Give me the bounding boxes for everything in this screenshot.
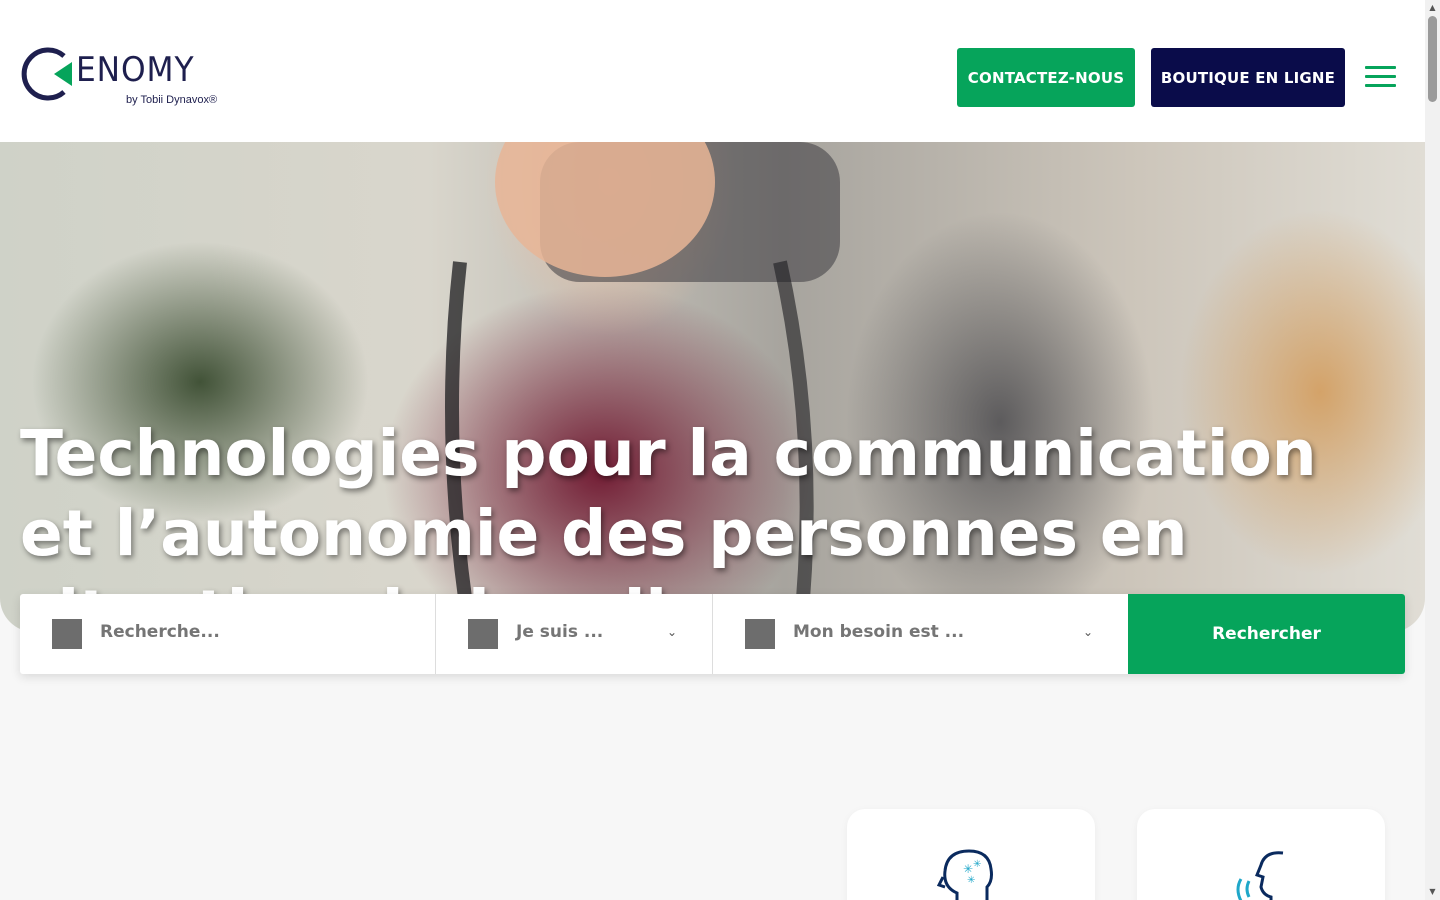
svg-text:✳: ✳ xyxy=(973,859,981,870)
search-submit-button[interactable]: Rechercher xyxy=(1128,594,1405,674)
cenomy-logo[interactable]: ENOMY by Tobii Dynavox® xyxy=(20,44,220,110)
menu-bar xyxy=(1365,75,1396,78)
online-shop-button[interactable]: BOUTIQUE EN LIGNE xyxy=(1151,48,1345,107)
search-icon xyxy=(52,619,82,649)
category-card[interactable]: ✳ ✳ ✳ xyxy=(847,809,1095,900)
svg-text:✳: ✳ xyxy=(963,862,973,876)
need-select[interactable]: Mon besoin est ... ⌄ xyxy=(712,594,1128,674)
logo-tagline: by Tobii Dynavox® xyxy=(126,94,218,106)
menu-bar xyxy=(1365,84,1396,87)
scroll-up-arrow-icon[interactable]: ▲ xyxy=(1425,2,1440,14)
need-icon xyxy=(745,619,775,649)
site-header: ENOMY by Tobii Dynavox® CONTACTEZ-NOUS B… xyxy=(0,0,1425,142)
hero-banner: Technologies pour la communication et l’… xyxy=(0,142,1425,632)
chevron-down-icon: ⌄ xyxy=(1082,625,1094,639)
search-input[interactable]: Recherche... xyxy=(20,594,435,674)
head-sparkle-icon: ✳ ✳ ✳ xyxy=(937,849,993,900)
menu-bar xyxy=(1365,66,1396,69)
profile-icon xyxy=(468,619,498,649)
svg-text:✳: ✳ xyxy=(967,875,975,886)
scroll-thumb[interactable] xyxy=(1428,16,1437,102)
page-scrollbar[interactable]: ▲ ▼ xyxy=(1425,0,1440,900)
profile-select-label: Je suis ... xyxy=(516,622,604,642)
logo-c-mark-icon xyxy=(21,47,72,101)
scroll-down-arrow-icon[interactable]: ▼ xyxy=(1425,886,1440,898)
head-speech-icon xyxy=(1236,851,1284,900)
chevron-down-icon: ⌄ xyxy=(666,625,678,639)
search-bar: Recherche... Je suis ... ⌄ Mon besoin es… xyxy=(20,594,1405,674)
hamburger-menu-icon[interactable] xyxy=(1365,66,1396,88)
contact-button[interactable]: CONTACTEZ-NOUS xyxy=(957,48,1135,107)
need-select-label: Mon besoin est ... xyxy=(793,622,965,642)
profile-select[interactable]: Je suis ... ⌄ xyxy=(435,594,712,674)
category-card[interactable] xyxy=(1137,809,1385,900)
logo-wordmark: ENOMY xyxy=(76,50,195,90)
search-placeholder: Recherche... xyxy=(100,622,220,642)
